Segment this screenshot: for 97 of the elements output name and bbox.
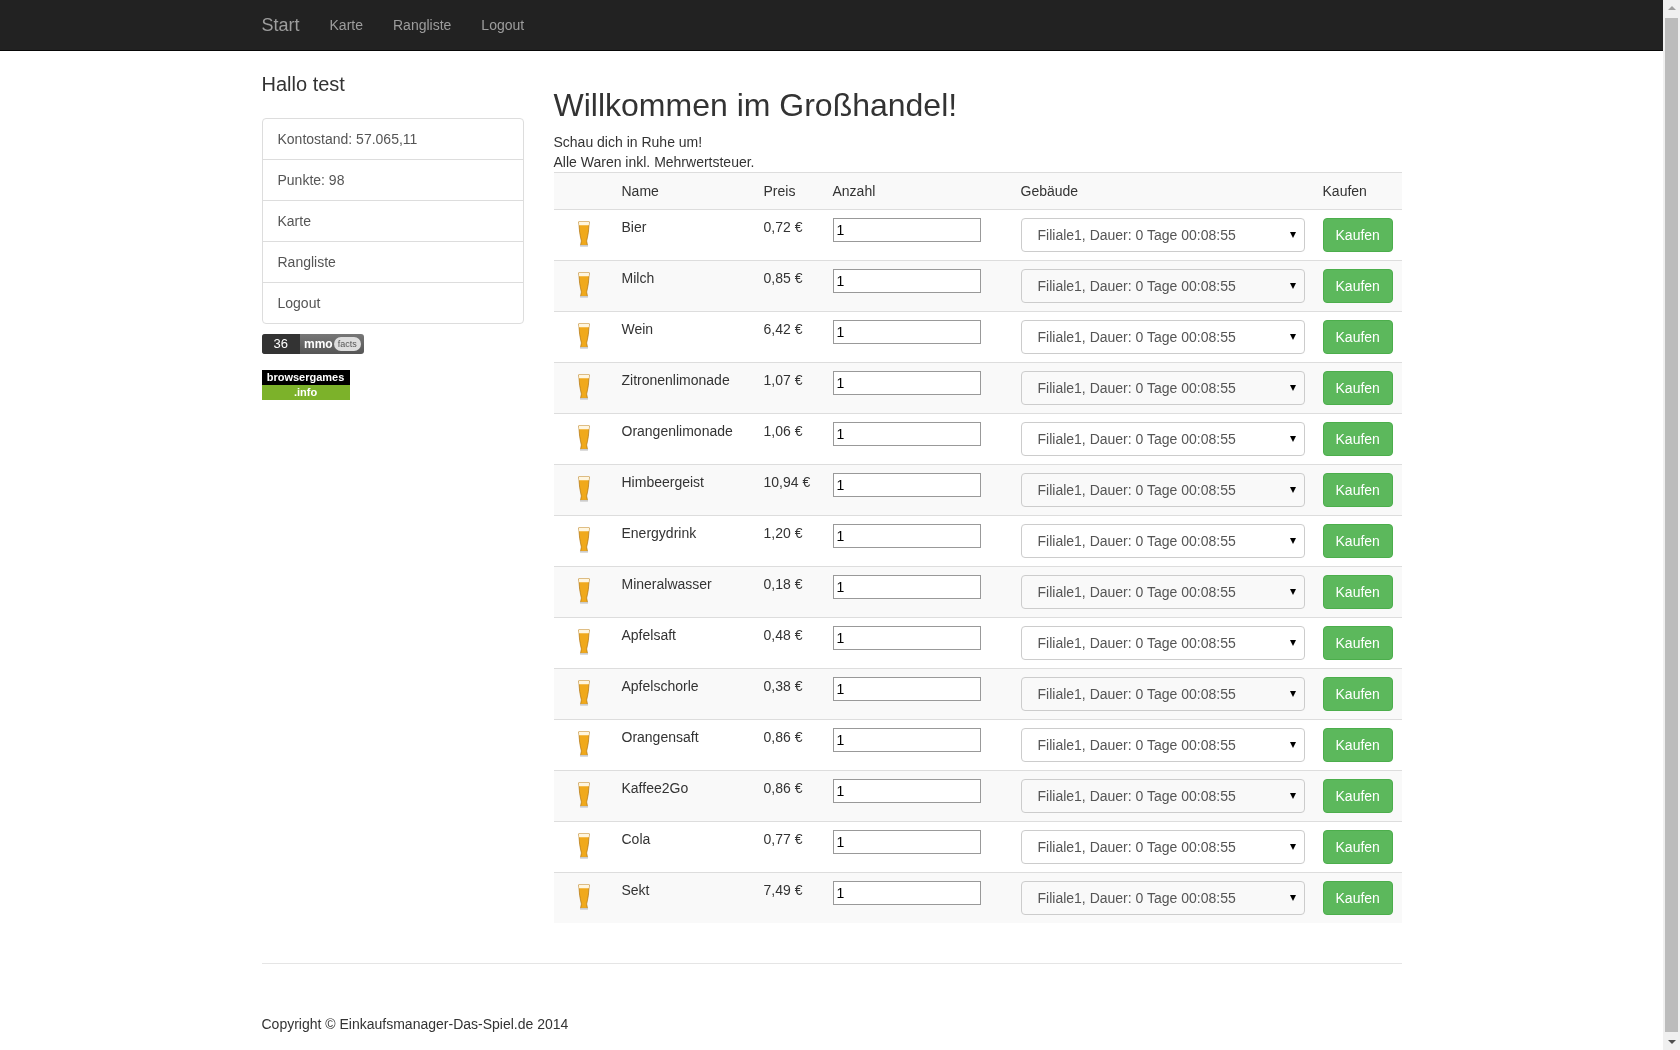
caret-icon <box>1289 385 1296 391</box>
building-dropdown[interactable]: Filiale1, Dauer: 0 Tage 00:08:55 <box>1020 473 1305 507</box>
amount-field[interactable]: 1 <box>832 473 981 497</box>
badge-label: mmo <box>302 337 334 351</box>
caret-icon <box>1289 232 1296 238</box>
caret-icon <box>1289 691 1296 697</box>
table-cell: Sekt <box>613 872 756 923</box>
brand-link[interactable]: Start <box>261 14 300 36</box>
copyright-text: Copyright © Einkaufsmanager-Das-Spiel.de 2014 <box>261 1016 570 1032</box>
building-dropdown[interactable]: Filiale1, Dauer: 0 Tage 00:08:55 <box>1020 371 1305 405</box>
building-dropdown[interactable]: Filiale1, Dauer: 0 Tage 00:08:55 <box>1020 728 1305 762</box>
page-title: Willkommen im Großhandel! <box>553 87 959 124</box>
amount-field[interactable]: 1 <box>832 677 981 701</box>
scrollbar[interactable] <box>1663 0 1680 1050</box>
beer-glass-icon <box>576 781 591 809</box>
column-header: Preis <box>755 172 825 210</box>
caret-icon <box>1289 487 1296 493</box>
caret-icon <box>1289 589 1296 595</box>
building-dropdown[interactable]: Filiale1, Dauer: 0 Tage 00:08:55 <box>1020 830 1305 864</box>
intro-text: Alle Waren inkl. Mehrwertsteuer. <box>553 153 756 172</box>
sidebar-item[interactable]: Rangliste <box>262 241 523 282</box>
browsergames-badge[interactable]: browsergames .info <box>261 370 350 400</box>
beer-glass-icon <box>576 322 591 350</box>
table-cell: Himbeergeist <box>613 464 756 516</box>
table-cell: Apfelschorle <box>613 668 756 720</box>
table-cell: Mineralwasser <box>613 566 756 618</box>
beer-glass-icon <box>576 628 591 656</box>
caret-icon <box>1289 742 1296 748</box>
caret-icon <box>1289 538 1296 544</box>
beer-glass-icon <box>576 424 591 452</box>
table-cell: 0,86 € <box>755 770 825 822</box>
nav-link[interactable]: Rangliste <box>393 17 452 33</box>
amount-field[interactable]: 1 <box>832 575 981 599</box>
badge-label: browsergames <box>261 370 350 385</box>
building-dropdown[interactable]: Filiale1, Dauer: 0 Tage 00:08:55 <box>1020 524 1305 558</box>
caret-icon <box>1289 640 1296 646</box>
beer-glass-icon <box>576 526 591 554</box>
beer-glass-icon <box>576 577 591 605</box>
mmo-badge[interactable]: 36 mmo facts <box>261 334 364 354</box>
column-header: Anzahl <box>824 172 1013 210</box>
beer-glass-icon <box>576 679 591 707</box>
building-dropdown[interactable]: Filiale1, Dauer: 0 Tage 00:08:55 <box>1020 422 1305 456</box>
nav-link[interactable]: Logout <box>481 17 525 33</box>
amount-field[interactable]: 1 <box>832 218 981 242</box>
caret-icon <box>1289 895 1296 901</box>
caret-icon <box>1289 283 1296 289</box>
amount-field[interactable]: 1 <box>832 269 981 293</box>
table-cell: 0,18 € <box>755 566 825 618</box>
badge-count: 36 <box>261 334 300 354</box>
greeting-heading: Hallo test <box>261 73 346 96</box>
sidebar-item[interactable]: Logout <box>262 282 523 323</box>
beer-glass-icon <box>576 373 591 401</box>
amount-field[interactable]: 1 <box>832 779 981 803</box>
amount-field[interactable]: 1 <box>832 320 981 344</box>
column-header: Gebäude <box>1012 172 1315 210</box>
amount-field[interactable]: 1 <box>832 626 981 650</box>
building-dropdown[interactable]: Filiale1, Dauer: 0 Tage 00:08:55 <box>1020 575 1305 609</box>
table-cell: Kaffee2Go <box>613 770 756 822</box>
building-dropdown[interactable]: Filiale1, Dauer: 0 Tage 00:08:55 <box>1020 320 1305 354</box>
intro-text: Schau dich in Ruhe um! <box>553 133 704 152</box>
building-dropdown[interactable]: Filiale1, Dauer: 0 Tage 00:08:55 <box>1020 677 1305 711</box>
amount-field[interactable]: 1 <box>832 728 981 752</box>
sidebar-item: Kontostand: 57.065,11 <box>276 130 419 149</box>
amount-field[interactable]: 1 <box>832 422 981 446</box>
amount-field[interactable]: 1 <box>832 830 981 854</box>
badge-tag: facts <box>333 337 361 351</box>
amount-field[interactable]: 1 <box>832 371 981 395</box>
building-dropdown[interactable]: Filiale1, Dauer: 0 Tage 00:08:55 <box>1020 218 1305 252</box>
table-cell: Zitronenlimonade <box>613 362 756 414</box>
building-dropdown[interactable]: Filiale1, Dauer: 0 Tage 00:08:55 <box>1020 881 1305 915</box>
amount-field[interactable]: 1 <box>832 524 981 548</box>
column-header: Kaufen <box>1314 172 1402 210</box>
beer-glass-icon <box>576 271 591 299</box>
sidebar-item: Punkte: 98 <box>262 159 523 200</box>
badge-label: .info <box>261 385 350 400</box>
table-cell: 0,38 € <box>755 668 825 720</box>
caret-icon <box>1289 793 1296 799</box>
table-cell: 7,49 € <box>755 872 825 923</box>
beer-glass-icon <box>576 883 591 911</box>
table-cell: Milch <box>613 260 756 312</box>
beer-glass-icon <box>576 220 591 248</box>
building-dropdown[interactable]: Filiale1, Dauer: 0 Tage 00:08:55 <box>1020 269 1305 303</box>
beer-glass-icon <box>576 832 591 860</box>
nav-link[interactable]: Karte <box>329 17 363 33</box>
caret-icon <box>1289 844 1296 850</box>
beer-glass-icon <box>576 730 591 758</box>
beer-glass-icon <box>576 475 591 503</box>
caret-icon <box>1289 436 1296 442</box>
table-cell: 0,85 € <box>755 260 825 312</box>
caret-icon <box>1289 334 1296 340</box>
sidebar-item[interactable]: Karte <box>262 200 523 241</box>
amount-field[interactable]: 1 <box>832 881 981 905</box>
table-cell: 1,07 € <box>755 362 825 414</box>
column-header: Name <box>613 172 756 210</box>
building-dropdown[interactable]: Filiale1, Dauer: 0 Tage 00:08:55 <box>1020 779 1305 813</box>
building-dropdown[interactable]: Filiale1, Dauer: 0 Tage 00:08:55 <box>1020 626 1305 660</box>
table-cell: 10,94 € <box>755 464 825 516</box>
